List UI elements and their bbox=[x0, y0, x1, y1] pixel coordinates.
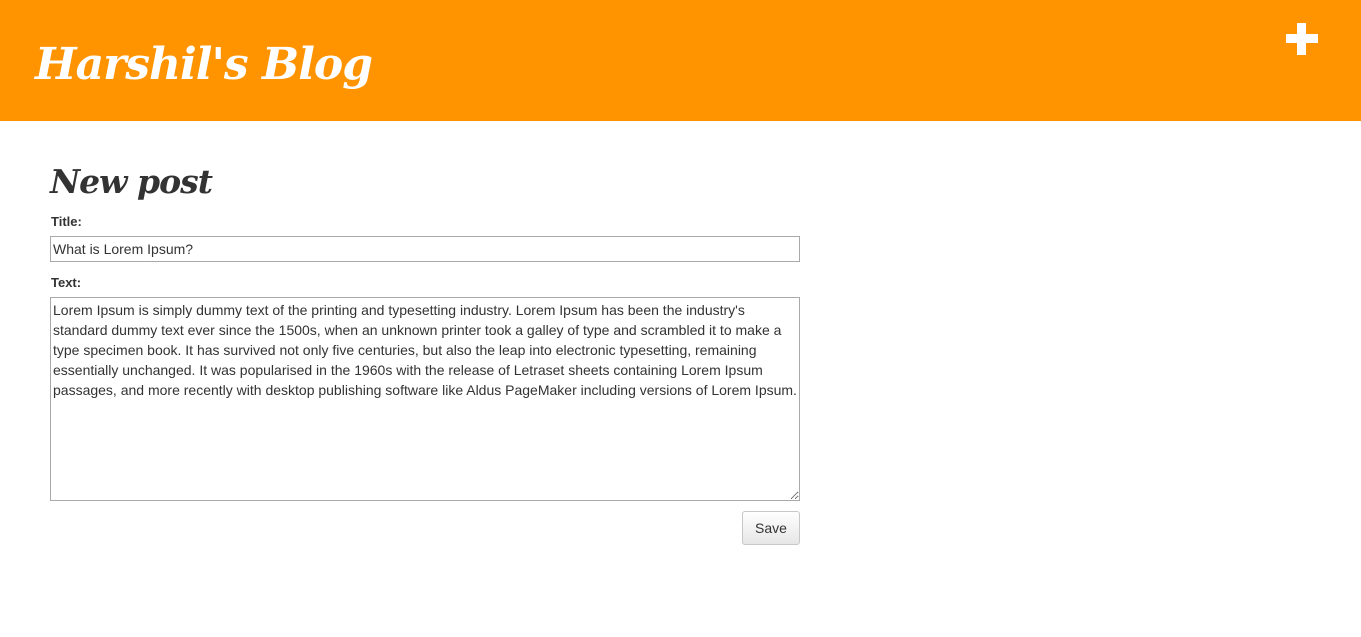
post-text-area[interactable]: Lorem Ipsum is simply dummy text of the … bbox=[50, 297, 800, 501]
add-post-button[interactable] bbox=[1284, 21, 1320, 57]
save-button[interactable]: Save bbox=[742, 511, 800, 545]
text-label: Text: bbox=[51, 275, 82, 290]
title-label: Title: bbox=[51, 214, 82, 229]
page-title: New post bbox=[50, 162, 213, 201]
blog-title-link[interactable]: Harshil's Blog bbox=[35, 30, 373, 100]
site-header: Harshil's Blog bbox=[0, 0, 1361, 121]
title-input[interactable] bbox=[50, 236, 800, 262]
